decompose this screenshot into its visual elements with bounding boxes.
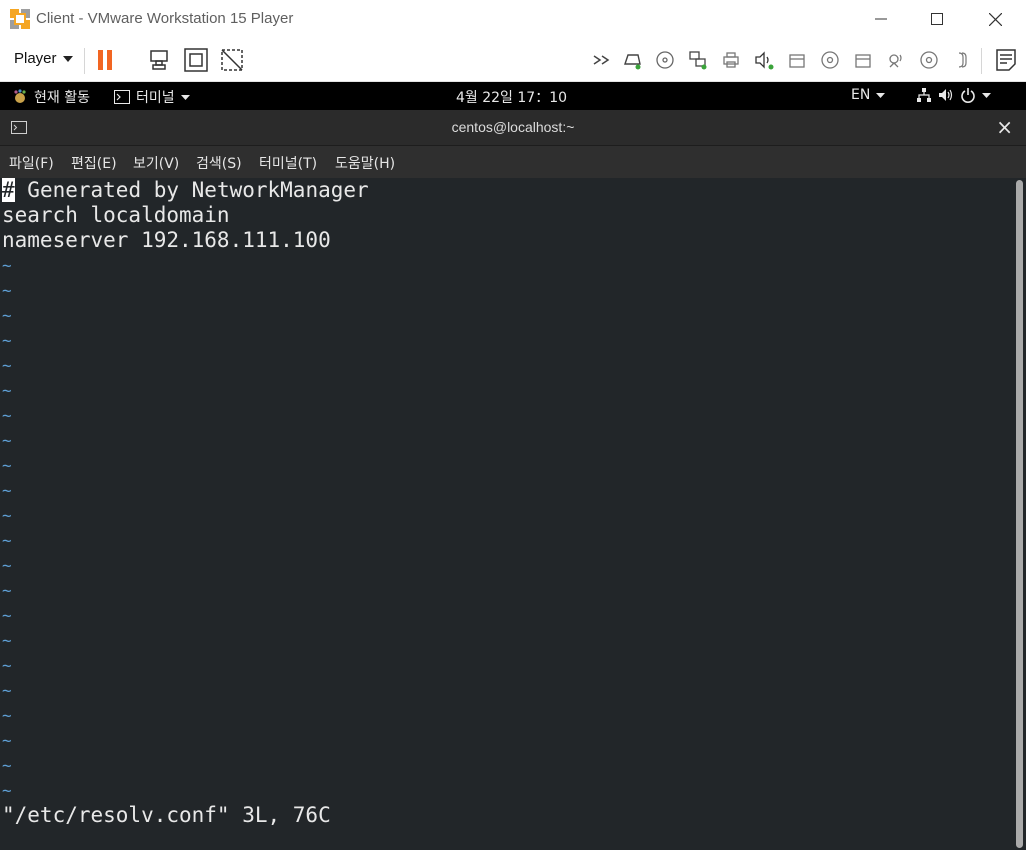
- sound-card-icon[interactable]: [754, 50, 774, 70]
- player-menu-label: Player: [14, 50, 57, 67]
- cd-dvd-3-icon[interactable]: [919, 50, 939, 70]
- maximize-icon: [931, 13, 943, 25]
- chevron-down-icon: [982, 92, 991, 98]
- empty-line-marker: ~: [2, 381, 12, 400]
- empty-line-marker: ~: [2, 656, 12, 675]
- empty-line-marker: ~: [2, 706, 12, 725]
- system-menu-button[interactable]: [916, 87, 991, 103]
- empty-line-marker: ~: [2, 631, 12, 650]
- gnome-top-bar: 현재 활동 터미널 4월 22일 17：10 EN: [0, 82, 1026, 110]
- vmware-toolbar: Player: [0, 38, 1026, 99]
- editor-line-2: search localdomain: [2, 203, 230, 227]
- empty-line-marker: ~: [2, 331, 12, 350]
- text-cursor: #: [2, 178, 15, 202]
- empty-line-marker: ~: [2, 456, 12, 475]
- empty-line-marker: ~: [2, 506, 12, 525]
- editor-line-1-text: Generated by NetworkManager: [14, 178, 369, 202]
- printer-icon[interactable]: [721, 50, 741, 70]
- power-icon: [961, 88, 975, 103]
- terminal-headerbar: centos@localhost:~ ×: [0, 110, 1026, 146]
- gnome-foot-icon: [14, 89, 26, 103]
- empty-line-marker: ~: [2, 556, 12, 575]
- empty-line-marker: ~: [2, 581, 12, 600]
- unity-mode-icon[interactable]: [220, 48, 244, 72]
- menu-view[interactable]: 보기(V): [133, 153, 179, 173]
- message-log-icon[interactable]: [994, 48, 1018, 72]
- usb-device-icon[interactable]: [787, 50, 807, 70]
- window-titlebar: Client - VMware Workstation 15 Player: [0, 0, 1026, 38]
- cd-dvd-2-icon[interactable]: [820, 50, 840, 70]
- empty-line-marker: ~: [2, 406, 12, 425]
- hard-disk-icon[interactable]: [622, 50, 642, 70]
- empty-line-marker: ~: [2, 681, 12, 700]
- terminal-menubar: 파일(F) 편집(E) 보기(V) 검색(S) 터미널(T) 도움말(H): [0, 146, 1026, 178]
- chevron-down-icon: [876, 92, 886, 98]
- activities-button[interactable]: 현재 활동: [12, 87, 90, 107]
- empty-line-marker: ~: [2, 756, 12, 775]
- menu-help[interactable]: 도움말(H): [335, 153, 395, 173]
- menu-edit[interactable]: 편집(E): [71, 153, 117, 173]
- fullscreen-icon[interactable]: [184, 48, 208, 72]
- pause-icon[interactable]: [94, 48, 118, 72]
- app-menu-label: 터미널: [136, 90, 175, 106]
- clock[interactable]: 4월 22일 17：10: [456, 87, 567, 107]
- player-menu-button[interactable]: Player: [14, 50, 73, 67]
- close-icon: [988, 12, 1002, 26]
- serial-port-icon[interactable]: [952, 50, 972, 70]
- empty-line-marker: ~: [2, 431, 12, 450]
- empty-line-marker: ~: [2, 531, 12, 550]
- toolbar-divider: [981, 48, 982, 74]
- maximize-button[interactable]: [908, 0, 966, 38]
- vmware-logo-icon: [10, 9, 30, 29]
- vi-status-line: "/etc/resolv.conf" 3L, 76C: [2, 803, 331, 827]
- minimize-button[interactable]: [852, 0, 910, 38]
- send-ctrl-alt-del-icon[interactable]: [148, 48, 172, 72]
- empty-line-marker: ~: [2, 731, 12, 750]
- minimize-icon: [875, 18, 887, 20]
- network-adapter-icon[interactable]: [688, 50, 708, 70]
- editor-line-3: nameserver 192.168.111.100: [2, 228, 331, 252]
- empty-line-marker: ~: [2, 281, 12, 300]
- network-wired-icon: [917, 88, 931, 102]
- volume-icon: [939, 89, 953, 101]
- terminal-close-button[interactable]: ×: [996, 116, 1013, 138]
- activities-label: 현재 활동: [34, 90, 90, 106]
- input-source-button[interactable]: EN: [851, 87, 886, 103]
- chevron-down-icon: [62, 55, 73, 62]
- toolbar-divider: [84, 48, 85, 74]
- close-window-button[interactable]: [966, 0, 1024, 38]
- menu-file[interactable]: 파일(F): [9, 153, 54, 173]
- more-devices-icon[interactable]: [592, 50, 612, 70]
- empty-line-marker: ~: [2, 606, 12, 625]
- clock-label: 4월 22일 17：10: [456, 90, 568, 106]
- chevron-down-icon: [180, 94, 190, 100]
- menu-search[interactable]: 검색(S): [196, 153, 242, 173]
- terminal-content[interactable]: # Generated by NetworkManager search loc…: [0, 178, 1026, 850]
- menu-terminal[interactable]: 터미널(T): [259, 153, 317, 173]
- empty-line-marker: ~: [2, 481, 12, 500]
- terminal-app-icon: [114, 90, 130, 104]
- empty-line-marker: ~: [2, 356, 12, 375]
- empty-line-marker: ~: [2, 306, 12, 325]
- bluetooth-icon[interactable]: [886, 50, 906, 70]
- input-language-label: EN: [851, 87, 871, 103]
- editor-line-1: # Generated by NetworkManager: [2, 178, 369, 203]
- terminal-scrollbar[interactable]: [1016, 180, 1023, 848]
- empty-line-marker: ~: [2, 781, 12, 800]
- empty-line-marker: ~: [2, 256, 12, 275]
- terminal-title: centos@localhost:~: [451, 119, 575, 135]
- cd-dvd-icon[interactable]: [655, 50, 675, 70]
- app-menu-button[interactable]: 터미널: [114, 87, 190, 107]
- usb-device-2-icon[interactable]: [853, 50, 873, 70]
- window-title: Client - VMware Workstation 15 Player: [36, 10, 294, 27]
